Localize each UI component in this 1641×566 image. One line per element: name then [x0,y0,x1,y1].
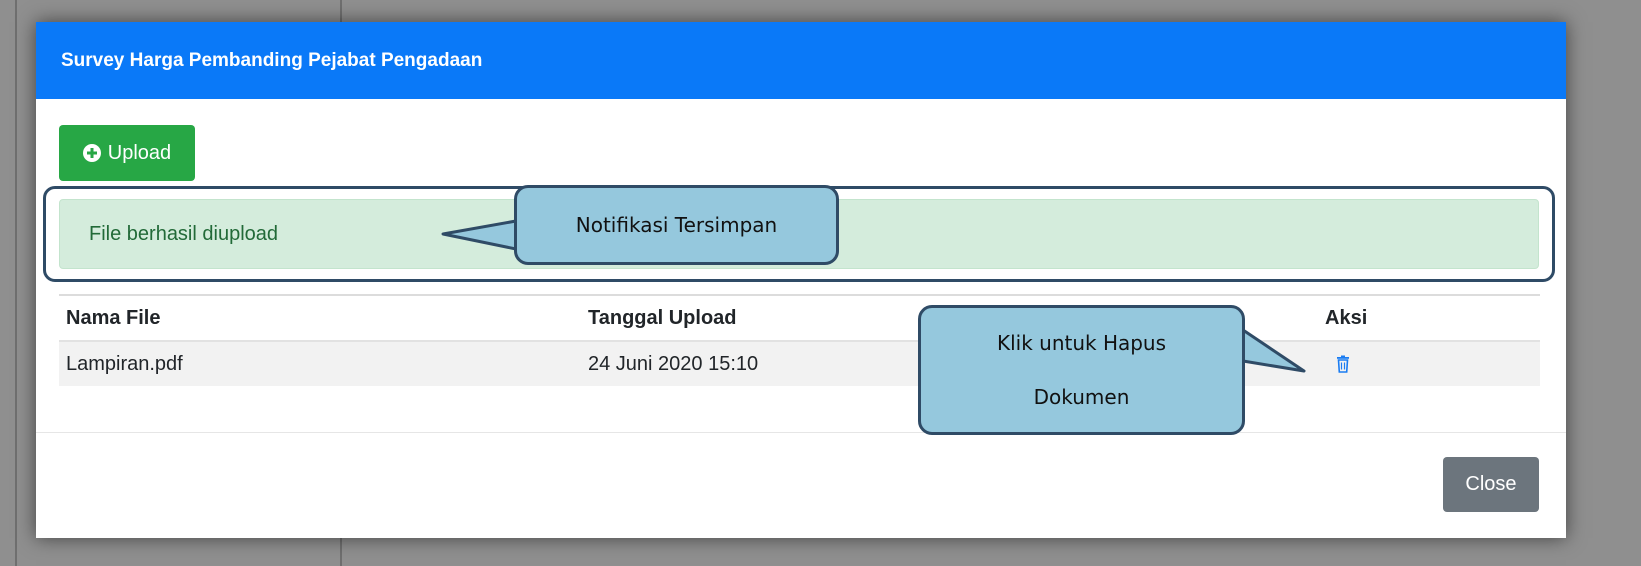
notification-callout-tail [441,219,517,251]
delete-callout-tail [1242,328,1306,373]
notification-callout-text: Notifikasi Tersimpan [575,213,778,237]
delete-callout-line2: Dokumen [1033,385,1130,409]
delete-callout: Klik untuk Hapus Dokumen [918,305,1245,435]
callout-tails [441,219,1306,373]
notification-callout: Notifikasi Tersimpan [514,185,839,265]
delete-callout-line1: Klik untuk Hapus [996,331,1167,355]
